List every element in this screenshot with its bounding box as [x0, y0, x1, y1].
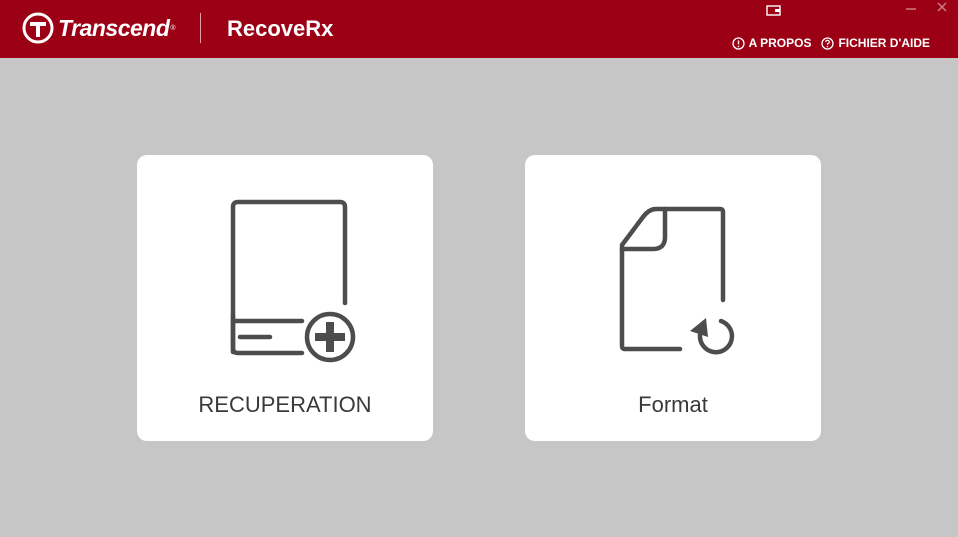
app-title: RecoveRx	[227, 16, 334, 41]
minimize-icon[interactable]	[905, 0, 917, 15]
format-card-label: Format	[638, 392, 708, 417]
header-divider	[200, 13, 201, 43]
app-header: Transcend ® RecoveRx A PROPOS FICHIER D'…	[0, 0, 958, 58]
recovery-card[interactable]: RECUPERATION	[137, 155, 433, 441]
help-file-link-label: FICHIER D'AIDE	[838, 36, 930, 50]
about-link[interactable]: A PROPOS	[731, 36, 812, 50]
help-file-link[interactable]: FICHIER D'AIDE	[821, 36, 930, 50]
registered-mark: ®	[170, 24, 176, 32]
recovery-card-label: RECUPERATION	[198, 392, 372, 417]
tray-icon[interactable]	[766, 5, 782, 20]
format-card[interactable]: Format	[525, 155, 821, 441]
transcend-t-logo-icon	[22, 12, 54, 44]
about-link-label: A PROPOS	[748, 36, 812, 50]
header-links: A PROPOS FICHIER D'AIDE	[722, 36, 930, 50]
close-icon[interactable]	[936, 1, 948, 16]
brand-name: Transcend	[58, 14, 170, 41]
transcend-logo: Transcend ®	[22, 12, 176, 44]
info-circle-icon	[731, 36, 745, 50]
help-circle-icon	[821, 36, 835, 50]
